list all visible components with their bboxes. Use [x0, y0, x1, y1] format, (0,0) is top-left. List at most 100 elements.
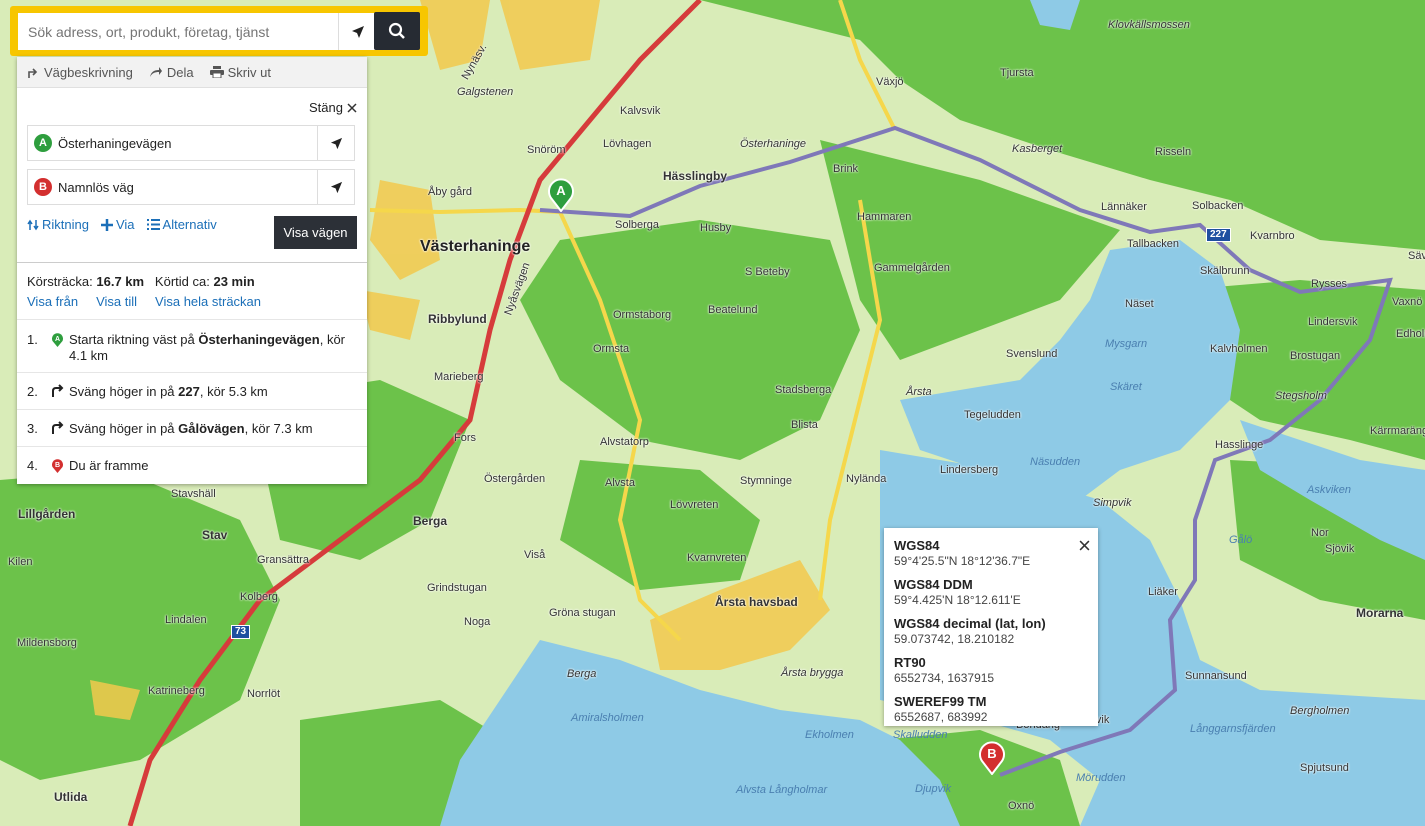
distance-label: Körsträcka:: [27, 274, 93, 289]
map-label-arsta: Årsta: [906, 386, 932, 398]
summary-links: Visa från Visa till Visa hela sträckan: [17, 289, 367, 309]
map-label-gammelgarden: Gammelgården: [874, 262, 950, 274]
route-panel: Vägbeskrivning Dela Skriv ut Stäng A Öst…: [17, 57, 367, 484]
map-label-mysgarn: Mysgarn: [1105, 338, 1148, 350]
search-input[interactable]: [18, 13, 338, 50]
map-label-risseln: Risseln: [1155, 146, 1192, 158]
map-label-alvstatorp: Alvstatorp: [600, 436, 649, 448]
locate-button[interactable]: [338, 13, 376, 50]
directions-icon: [28, 67, 38, 78]
map-label-ostergarden: Östergården: [484, 473, 546, 485]
map-label-grindstugan: Grindstugan: [427, 582, 487, 594]
map-label-alvsta: Alvsta: [605, 477, 635, 489]
step-text: Du är framme: [69, 458, 357, 484]
map-label-ekholmen: Ekholmen: [805, 729, 854, 741]
show-from-link[interactable]: Visa från: [27, 294, 78, 309]
map-label-stav: Stav: [202, 528, 228, 542]
map-label-hasslingby: Hässlingby: [663, 169, 728, 183]
printer-icon: [209, 66, 224, 78]
map-label-solberga: Solberga: [615, 219, 660, 231]
search-button[interactable]: [374, 12, 420, 50]
road-shield-227: 227: [1206, 228, 1231, 242]
show-whole-route-link[interactable]: Visa hela sträckan: [155, 294, 261, 309]
map-label-rysses: Rysses: [1311, 278, 1348, 290]
close-route-button[interactable]: Stäng: [309, 100, 357, 115]
map-label-arsta-havsbad: Årsta havsbad: [715, 595, 798, 609]
map-label-noga: Noga: [464, 616, 491, 628]
map-label-snorom: Snöröm: [527, 144, 566, 156]
map-label-kolberg: Kolberg: [240, 591, 278, 603]
search-icon: [388, 22, 405, 39]
map-label-tallbacken: Tallbacken: [1127, 238, 1179, 250]
coord-value: 59.073742, 18.210182: [894, 632, 1015, 646]
map-label-svenslund: Svenslund: [1006, 348, 1058, 360]
direction-option[interactable]: Riktning: [27, 217, 89, 232]
map-label-amiralsholmen: Amiralsholmen: [571, 712, 644, 724]
map-label-askviken: Askviken: [1307, 484, 1352, 496]
map-label-skalludden: Skalludden: [893, 729, 948, 741]
map-label-sjovik: Sjövik: [1325, 543, 1355, 555]
close-icon: [347, 102, 357, 113]
route-step[interactable]: 1. A Starta riktning väst på Österhaning…: [17, 319, 367, 373]
coord-title: RT90: [894, 655, 926, 670]
route-steps: 1. A Starta riktning väst på Österhaning…: [17, 319, 367, 484]
search-bar: [10, 6, 428, 56]
map-label-bergholmen: Bergholmen: [1290, 705, 1350, 717]
map-label-nasudden: Näsudden: [1030, 456, 1081, 468]
map-label-savik: Sävik: [1408, 250, 1425, 262]
step-text: Sväng höger in på 227, kör 5.3 km: [69, 384, 357, 409]
close-popup-button[interactable]: [1079, 540, 1090, 554]
map-label-stegsholm: Stegsholm: [1275, 390, 1327, 402]
map-label-lindersberg: Lindersberg: [940, 464, 999, 476]
map-label-tegeludden: Tegeludden: [964, 409, 1021, 421]
show-route-button[interactable]: Visa vägen: [274, 216, 357, 249]
waypoint-a-field[interactable]: A Österhaningevägen: [27, 125, 355, 161]
map-label-stavshall: Stavshäll: [171, 488, 216, 500]
waypoint-b-field[interactable]: B Namnlös väg: [27, 169, 355, 205]
route-marker-a[interactable]: A: [547, 178, 575, 213]
step-number: 4.: [27, 458, 38, 473]
map-label-hammaren: Hammaren: [857, 211, 912, 223]
directions-button[interactable]: Vägbeskrivning: [27, 65, 133, 80]
route-step[interactable]: 4. B Du är framme: [17, 447, 367, 484]
route-step[interactable]: 2. Sväng höger in på 227, kör 5.3 km: [17, 373, 367, 410]
share-button[interactable]: Dela: [149, 65, 194, 80]
coord-wgs84: WGS84 59°4'25.5"N 18°12'36.7"E: [894, 538, 1088, 568]
waypoint-a-locate-button[interactable]: [317, 126, 354, 160]
coord-wgs84-decimal: WGS84 decimal (lat, lon) 59.073742, 18.2…: [894, 616, 1088, 646]
route-marker-b[interactable]: B: [978, 741, 1006, 776]
map-label-ribbylund: Ribbylund: [428, 312, 487, 326]
route-step[interactable]: 3. Sväng höger in på Gålövägen, kör 7.3 …: [17, 410, 367, 447]
map-label-mildensborg: Mildensborg: [17, 637, 77, 649]
map-label-grona-stugan: Gröna stugan: [549, 607, 616, 619]
map-label-kasberget: Kasberget: [1012, 143, 1063, 155]
svg-text:B: B: [55, 462, 60, 469]
map-label-hasslinge: Hasslinge: [1215, 439, 1264, 451]
step-text: Starta riktning väst på Österhaningeväge…: [69, 332, 357, 372]
coord-value: 59°4.425'N 18°12.611'E: [894, 593, 1021, 607]
map-label-liaker: Liäker: [1148, 586, 1178, 598]
map-label-lovhagen: Lövhagen: [603, 138, 652, 150]
route-summary: Körsträcka: 16.7 km Körtid ca: 23 min Vi…: [17, 262, 367, 309]
show-to-link[interactable]: Visa till: [96, 294, 137, 309]
map-label-simpvik: Simpvik: [1093, 497, 1132, 509]
alternative-option[interactable]: Alternativ: [146, 217, 217, 232]
map-label-kvarnvreten: Kvarnvreten: [687, 552, 747, 564]
coord-title: SWEREF99 TM: [894, 694, 987, 709]
via-option[interactable]: Via: [100, 217, 135, 232]
coord-value: 6552687, 683992: [894, 710, 988, 724]
swap-arrows-icon: [27, 219, 39, 230]
waypoint-b-locate-button[interactable]: [317, 170, 354, 204]
step-road: Gålövägen: [178, 421, 245, 436]
turn-right-icon: [51, 421, 67, 446]
print-button[interactable]: Skriv ut: [209, 65, 271, 80]
coord-value: 59°4'25.5"N 18°12'36.7"E: [894, 554, 1031, 568]
waypoint-b-label: Namnlös väg: [58, 179, 134, 195]
step-road: 227: [178, 384, 200, 399]
route-toolbar: Vägbeskrivning Dela Skriv ut: [17, 57, 367, 88]
map-label-kvarnbro: Kvarnbro: [1250, 230, 1295, 242]
coordinate-popup: WGS84 59°4'25.5"N 18°12'36.7"E WGS84 DDM…: [884, 528, 1098, 726]
map-label-brostugan: Brostugan: [1290, 350, 1341, 362]
map-label-kalvholmen: Kalvholmen: [1210, 343, 1268, 355]
map-label-morudden: Mörudden: [1076, 772, 1126, 784]
